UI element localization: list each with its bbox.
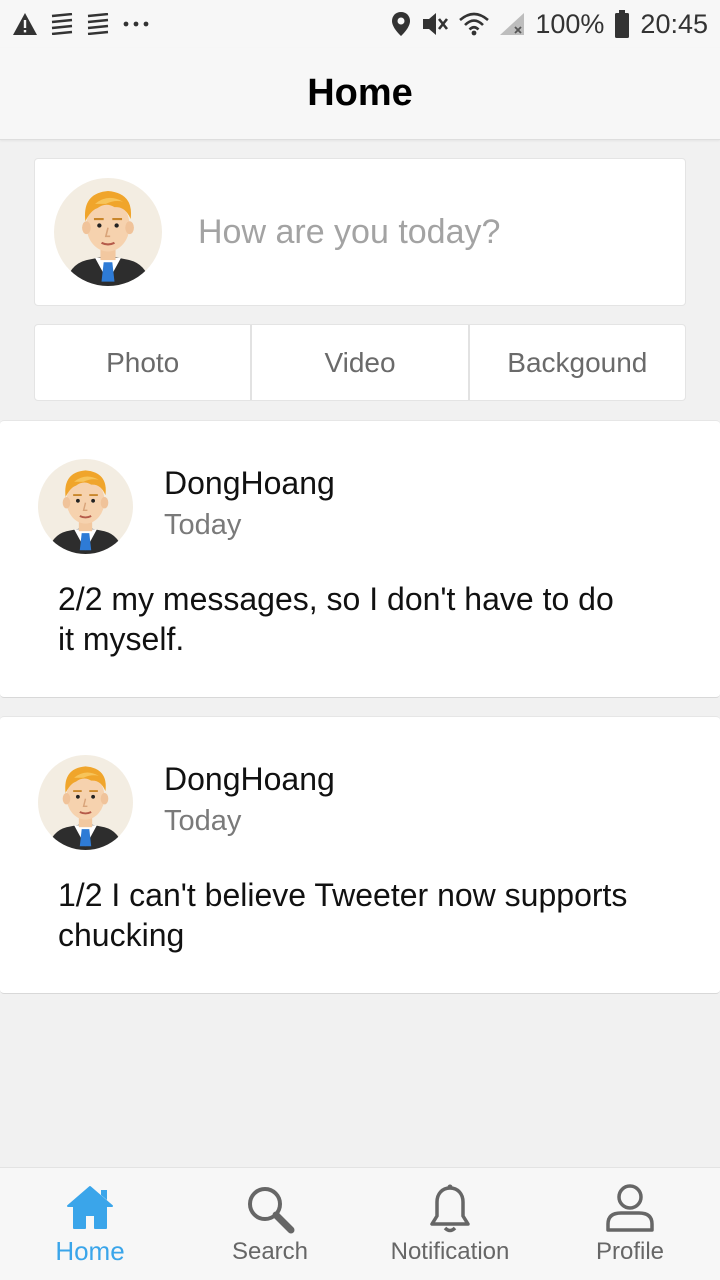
status-right: 100% 20:45: [391, 9, 708, 40]
composer-placeholder[interactable]: How are you today?: [198, 213, 500, 252]
bell-icon: [430, 1184, 470, 1233]
avatar[interactable]: [38, 755, 133, 850]
notes-icon: [87, 13, 109, 35]
warning-icon: [13, 13, 37, 35]
status-composer[interactable]: How are you today?: [34, 158, 686, 306]
post-card[interactable]: DongHoang Today 2/2 my messages, so I do…: [0, 420, 720, 698]
post-text: 2/2 my messages, so I don't have to do i…: [58, 581, 614, 657]
nav-item-notification[interactable]: Notification: [360, 1168, 540, 1280]
nav-label-notification: Notification: [390, 1238, 510, 1265]
signal-icon: [500, 13, 525, 35]
app-header: Home: [0, 48, 720, 140]
location-icon: [392, 12, 411, 36]
nav-item-home[interactable]: Home: [0, 1168, 180, 1280]
battery-icon: [615, 10, 630, 38]
nav-item-profile[interactable]: Profile: [540, 1168, 720, 1280]
page-title: Home: [307, 72, 413, 114]
home-icon: [67, 1186, 113, 1229]
post-author[interactable]: DongHoang: [164, 465, 335, 502]
clock: 20:45: [640, 8, 708, 39]
nav-label-profile: Profile: [595, 1238, 665, 1265]
nav-label-search: Search: [231, 1238, 309, 1265]
post-time: Today: [164, 805, 242, 837]
post-text: 1/2 I can't believe Tweeter now supports…: [58, 877, 628, 953]
person-icon: [606, 1184, 654, 1232]
status-left: [12, 12, 150, 36]
avatar: [54, 178, 162, 286]
avatar[interactable]: [38, 459, 133, 554]
post-author[interactable]: DongHoang: [164, 761, 335, 798]
battery-percent: 100%: [535, 8, 605, 39]
post-card[interactable]: DongHoang Today 1/2 I can't believe Twee…: [0, 716, 720, 994]
more-dots-icon: [123, 21, 149, 27]
video-button[interactable]: Video: [250, 325, 467, 400]
nav-item-search[interactable]: Search: [180, 1168, 360, 1280]
post-time: Today: [164, 509, 242, 541]
mute-icon: [423, 13, 449, 35]
notes-icon: [51, 13, 73, 35]
bottom-navigation: Home Search Notification Profile: [0, 1167, 720, 1280]
status-bar: 100% 20:45: [0, 0, 720, 48]
background-button[interactable]: Backgound: [467, 325, 685, 400]
photo-button[interactable]: Photo: [35, 325, 250, 400]
media-button-row: Photo Video Backgound: [34, 324, 686, 401]
search-icon: [248, 1187, 295, 1234]
wifi-icon: [459, 12, 490, 36]
nav-label-home: Home: [55, 1236, 125, 1266]
